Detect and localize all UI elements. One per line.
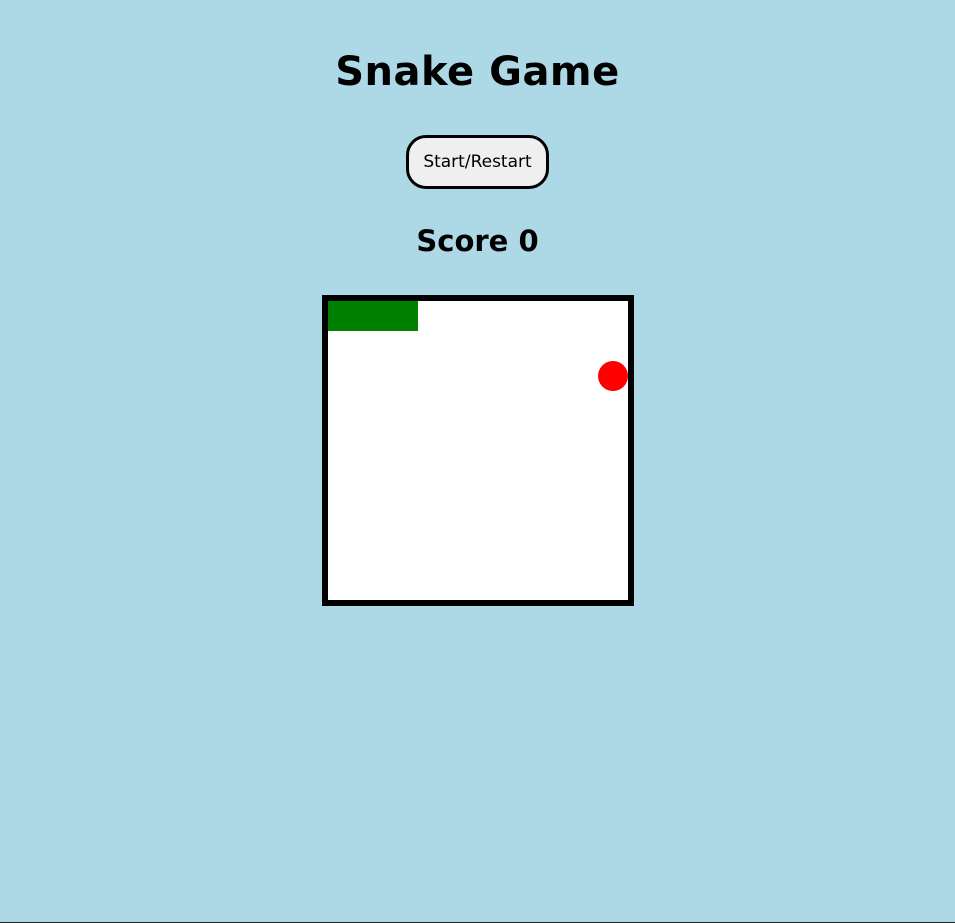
game-board[interactable] bbox=[322, 295, 634, 606]
food bbox=[598, 361, 628, 391]
score-display: Score 0 bbox=[416, 224, 539, 258]
game-page: Snake Game Start/Restart Score 0 bbox=[0, 0, 955, 923]
snake bbox=[328, 301, 418, 331]
page-title: Snake Game bbox=[335, 49, 620, 95]
start-restart-button[interactable]: Start/Restart bbox=[406, 135, 549, 189]
